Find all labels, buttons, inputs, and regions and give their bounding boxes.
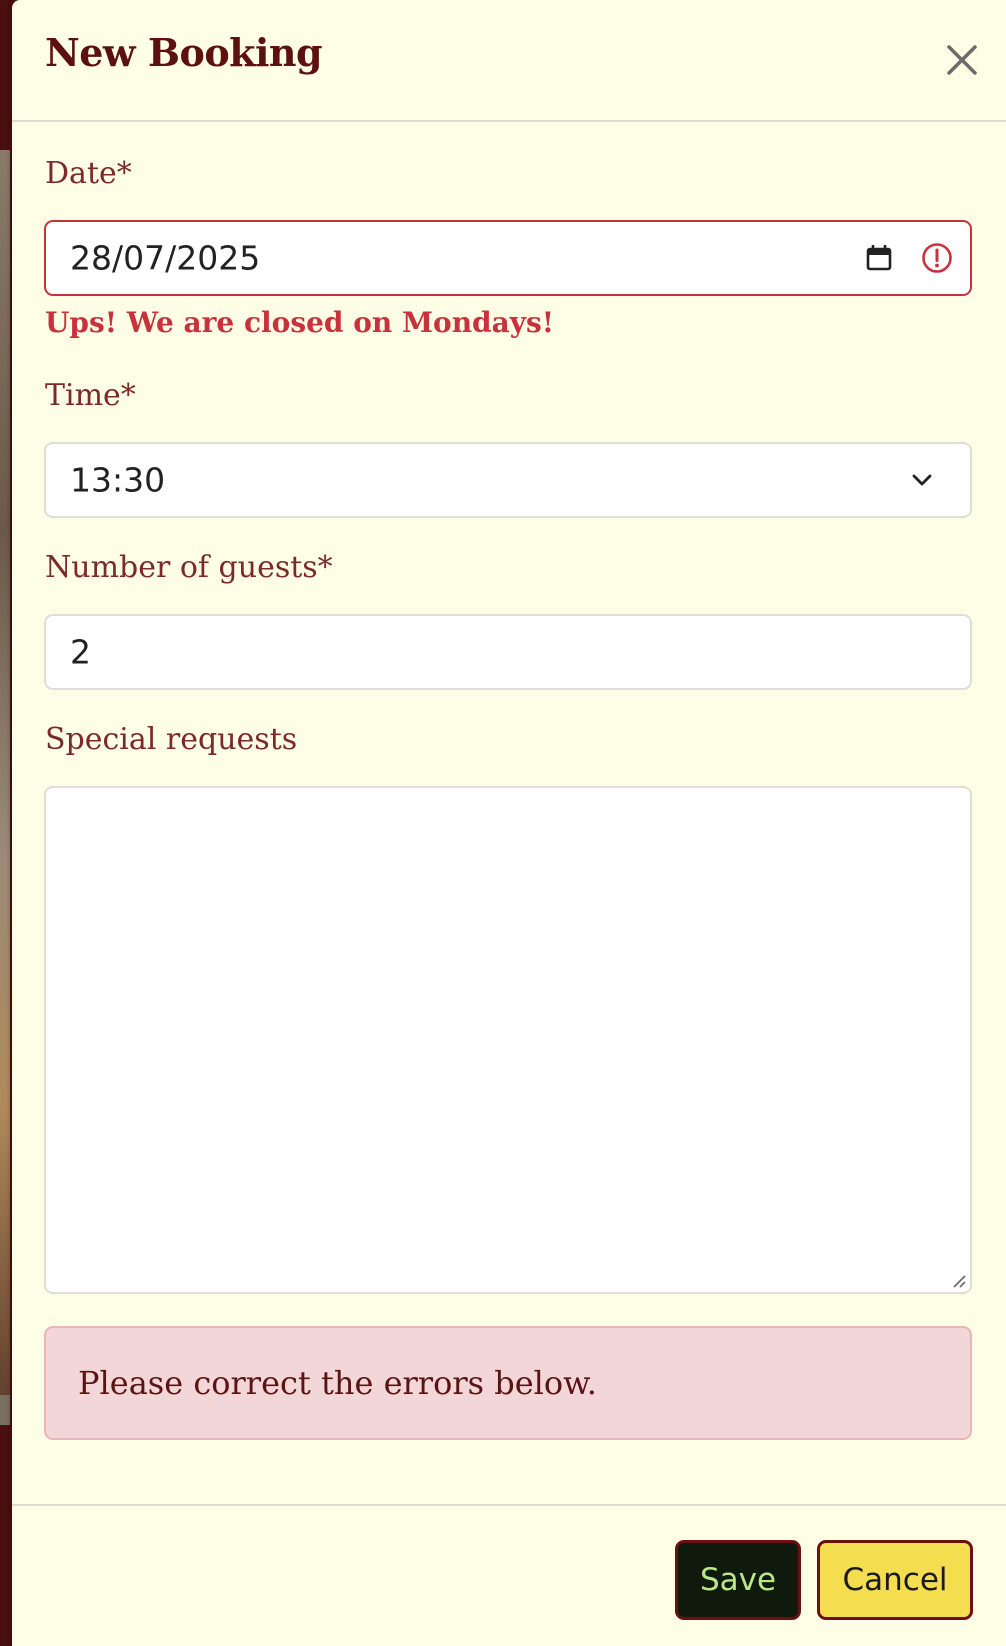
cancel-button[interactable]: Cancel bbox=[817, 1540, 973, 1620]
guests-input[interactable]: 2 bbox=[44, 614, 972, 690]
chevron-down-icon bbox=[912, 474, 932, 486]
date-value: 28/07/2025 bbox=[70, 238, 261, 278]
booking-modal: New Booking Date* 28/07/2025 Ups! We are… bbox=[12, 0, 1006, 1646]
time-label: Time* bbox=[45, 378, 136, 413]
save-button[interactable]: Save bbox=[675, 1540, 801, 1620]
error-alert: Please correct the errors below. bbox=[44, 1326, 972, 1440]
modal-title: New Booking bbox=[45, 30, 323, 75]
special-requests-label: Special requests bbox=[45, 722, 298, 757]
close-button[interactable] bbox=[936, 34, 988, 86]
modal-footer: Save Cancel bbox=[12, 1504, 1006, 1646]
time-value: 13:30 bbox=[70, 460, 166, 500]
modal-header: New Booking bbox=[12, 0, 1006, 122]
guests-value: 2 bbox=[70, 632, 91, 672]
date-error-message: Ups! We are closed on Mondays! bbox=[45, 306, 555, 339]
backdrop-image bbox=[0, 150, 10, 1425]
guests-label: Number of guests* bbox=[45, 550, 333, 585]
calendar-icon[interactable] bbox=[864, 243, 894, 273]
resize-handle-icon[interactable] bbox=[951, 1273, 967, 1289]
time-select[interactable]: 13:30 bbox=[44, 442, 972, 518]
exclamation-circle-icon bbox=[922, 243, 952, 273]
date-input[interactable]: 28/07/2025 bbox=[44, 220, 972, 296]
close-icon bbox=[947, 45, 977, 75]
backdrop-band bbox=[0, 1395, 10, 1425]
date-label: Date* bbox=[45, 156, 132, 191]
special-requests-textarea[interactable] bbox=[44, 786, 972, 1294]
error-alert-text: Please correct the errors below. bbox=[78, 1364, 597, 1402]
